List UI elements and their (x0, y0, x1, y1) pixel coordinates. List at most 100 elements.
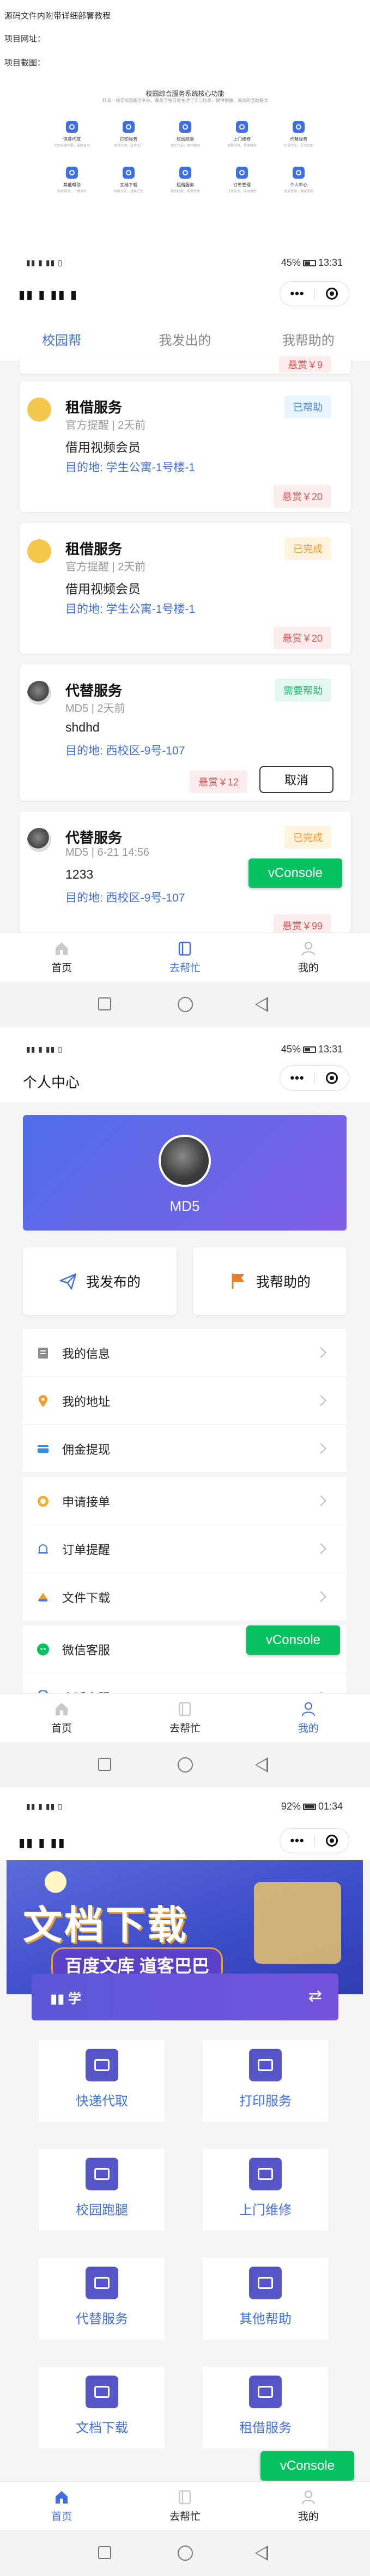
chevron-right-icon (316, 1591, 326, 1602)
service-other[interactable]: 其他帮助 (203, 2258, 328, 2340)
task-meta: MD5 | 2天前 (65, 703, 125, 715)
task-desc: 借用视频会员 (65, 582, 141, 596)
recent-apps-button[interactable] (98, 1758, 111, 1771)
home-button[interactable] (178, 997, 193, 1012)
task-card[interactable]: 租借服务 官方提醒 | 2天前 借用视频会员 目的地: 学生公寓-1号楼-1 已… (20, 523, 351, 654)
tabbar-me[interactable]: 我的 (247, 1694, 370, 1742)
tabbar-label: 首页 (51, 1723, 72, 1734)
menu-phone-service[interactable]: 电话客服 (23, 1673, 347, 1693)
service-substitute[interactable]: 代替服务 (39, 2258, 165, 2340)
back-button[interactable] (255, 997, 268, 1012)
service-repair[interactable]: 上门维修 (203, 2149, 328, 2231)
feature-name: 文档下载 (120, 182, 137, 187)
tabbar-label: 去帮忙 (169, 963, 201, 974)
service-name: 代替服务 (65, 830, 123, 846)
flag-icon (232, 1274, 244, 1289)
feature-name: 租借服务 (177, 182, 194, 187)
switch-icon[interactable]: ⇄ (308, 1987, 322, 2006)
tabbar-help[interactable]: 去帮忙 (123, 933, 246, 982)
feature-icon (236, 121, 248, 133)
vconsole-button[interactable]: vConsole (260, 2451, 354, 2481)
recent-apps-button[interactable] (98, 2546, 111, 2559)
vconsole-button[interactable]: vConsole (246, 1625, 340, 1655)
mini-program-capsule: ••• (280, 1828, 349, 1853)
battery-percent: 92% (281, 1801, 301, 1812)
user-icon (301, 2490, 315, 2505)
task-card[interactable]: 代替服务 MD5 | 2天前 shdhd 目的地: 西校区-9号-107 需要帮… (20, 665, 351, 801)
service-document[interactable]: 文档下载 (39, 2367, 165, 2449)
service-label: 打印服务 (239, 2094, 292, 2109)
more-button[interactable]: ••• (280, 1071, 314, 1085)
back-button[interactable] (255, 2545, 268, 2561)
menu-label: 申请接单 (62, 1495, 111, 1509)
status-signal: ▮▮ ▮ ▮▮ ▯ (26, 1802, 63, 1811)
close-button[interactable] (315, 1835, 349, 1847)
tabbar-label: 首页 (51, 2511, 72, 2523)
menu-my-address[interactable]: 我的地址 (23, 1377, 347, 1425)
menu-my-info[interactable]: 我的信息 (23, 1329, 347, 1377)
tabbar-home[interactable]: 首页 (0, 933, 123, 982)
close-button[interactable] (315, 1072, 349, 1084)
feature-item: 快递代取 代取快递包裹，省时省力 (44, 121, 100, 148)
back-button[interactable] (255, 1757, 268, 1773)
home-button[interactable] (178, 2545, 193, 2561)
task-meta: 官方提醒 | 2天前 (65, 419, 146, 431)
status-time: 13:31 (318, 257, 343, 268)
feature-name: 其他帮助 (63, 182, 81, 187)
page-title: 个人中心 (23, 1074, 80, 1091)
tabbar-home[interactable]: 首页 (0, 1694, 123, 1742)
service-print[interactable]: 打印服务 (203, 2040, 328, 2122)
status-signal: ▮▮ ▮ ▮▮ ▯ (26, 1045, 63, 1053)
feature-name: 个人中心 (290, 182, 307, 187)
errand-icon (86, 2158, 118, 2190)
more-button[interactable]: ••• (280, 1834, 314, 1848)
feature-desc: 百度文库，道客巴巴 (113, 190, 143, 193)
task-meta: MD5 | 6-21 14:56 (65, 847, 150, 858)
avatar[interactable] (159, 1135, 211, 1187)
more-button[interactable]: ••• (280, 287, 314, 301)
cancel-button[interactable]: 取消 (259, 766, 333, 793)
features-grid: 快递代取 代取快递包裹，省时省力 打印服务 资料打印，送货上门 校园跑腿 代买代送，随… (44, 121, 327, 194)
feature-desc: 代取快递包裹，省时省力 (53, 144, 90, 148)
tabbar-home[interactable]: 首页 (0, 2482, 123, 2530)
profile-banner: MD5 (23, 1115, 347, 1231)
feature-item: 个人中心 信息管理，佣金提现 (270, 167, 327, 194)
school-selector[interactable]: ▮▮ 学 ⇄ (32, 1974, 338, 2020)
my-helped-button[interactable]: 我帮助的 (193, 1247, 347, 1315)
feature-icon (236, 167, 248, 179)
target-icon (325, 1835, 338, 1847)
menu-withdraw[interactable]: 佣金提现 (23, 1425, 347, 1473)
service-rental[interactable]: 租借服务 (203, 2367, 328, 2449)
menu-apply-orders[interactable]: 申请接单 (23, 1477, 347, 1525)
service-errand[interactable]: 校园跑腿 (39, 2149, 165, 2231)
recent-apps-button[interactable] (98, 997, 111, 1010)
tabbar-help[interactable]: 去帮忙 (123, 2482, 246, 2530)
menu-order-reminder[interactable]: 订单提醒 (23, 1525, 347, 1573)
task-card-partial[interactable]: 悬赏￥9 (20, 355, 351, 374)
tabbar-help[interactable]: 去帮忙 (123, 1694, 246, 1742)
status-badge: 已完成 (284, 537, 331, 560)
target-icon (325, 288, 338, 300)
chevron-right-icon (316, 1347, 326, 1358)
feature-desc: 资料打印，送货上门 (113, 144, 143, 148)
status-right: 45% 13:31 (281, 1044, 343, 1055)
service-label: 文档下载 (76, 2421, 128, 2435)
service-express[interactable]: 快递代取 (39, 2040, 165, 2122)
home-button[interactable] (178, 1757, 193, 1773)
wechat-icon (37, 1643, 49, 1655)
feature-name: 校园跑腿 (177, 137, 194, 142)
close-button[interactable] (315, 288, 349, 300)
help-icon (179, 2490, 191, 2505)
mini-program-capsule: ••• (280, 1065, 349, 1091)
status-bar: ▮▮ ▮ ▮▮ ▯ 45% 13:31 (0, 252, 370, 273)
task-card[interactable]: 租借服务 官方提醒 | 2天前 借用视频会员 目的地: 学生公寓-1号楼-1 已… (20, 381, 351, 512)
menu-file-download[interactable]: 文件下载 (23, 1573, 347, 1621)
tabbar-me[interactable]: 我的 (247, 2482, 370, 2530)
home-icon (56, 1703, 68, 1715)
menu-label: 佣金提现 (62, 1442, 111, 1457)
tabbar-me[interactable]: 我的 (247, 933, 370, 982)
reward-badge: 悬赏￥12 (189, 770, 247, 793)
menu-label: 我的信息 (62, 1347, 111, 1361)
my-posted-button[interactable]: 我发布的 (23, 1247, 177, 1315)
vconsole-button[interactable]: vConsole (248, 858, 342, 888)
